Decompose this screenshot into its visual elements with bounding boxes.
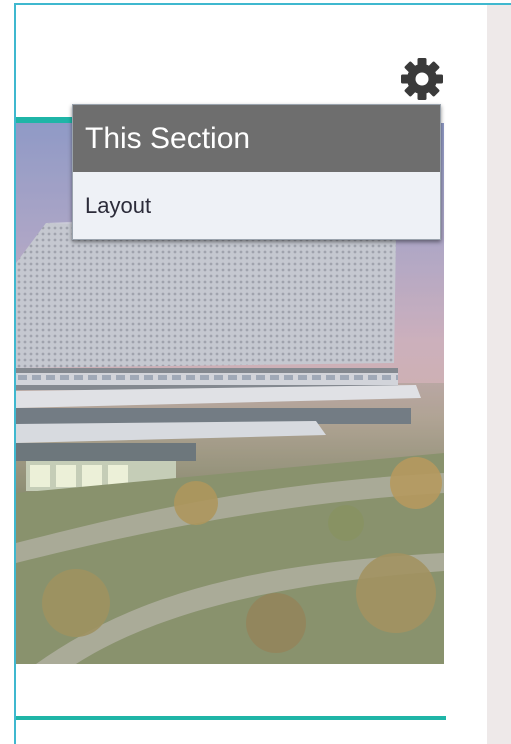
gear-icon[interactable]	[399, 56, 445, 102]
section-settings-menu: This Section Layout	[72, 104, 441, 240]
page-canvas: This Section Layout	[0, 0, 511, 744]
menu-header: This Section	[73, 105, 440, 172]
right-side-panel	[487, 5, 511, 744]
gear-icon-graphic	[401, 58, 443, 100]
section-divider	[16, 716, 446, 720]
menu-item-layout[interactable]: Layout	[73, 172, 440, 239]
